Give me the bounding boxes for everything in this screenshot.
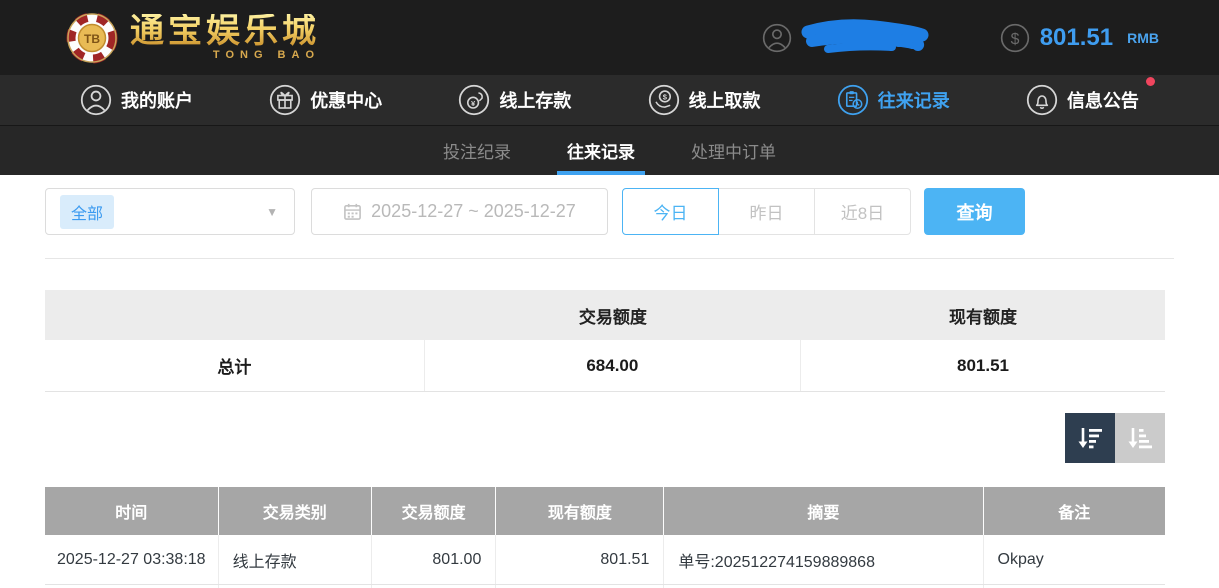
nav-item-deposit[interactable]: ¥ 线上存款 <box>458 84 571 116</box>
nav-item-announcements[interactable]: 信息公告 <box>1026 84 1139 116</box>
sub-nav: 投注纪录 往来记录 处理中订单 <box>0 126 1219 175</box>
brand-name-cn: 通宝娱乐城 <box>130 14 320 48</box>
balance-amount: 801.51 <box>1040 24 1113 52</box>
date-range-input[interactable]: 2025-12-27 ~ 2025-12-27 <box>311 188 608 235</box>
records-table: 时间 交易类别 交易额度 现有额度 摘要 备注 2025-12-27 03:38… <box>45 487 1165 588</box>
sort-controls <box>0 413 1165 463</box>
summary-total-current-balance: 801.51 <box>801 340 1165 391</box>
cell-time: 2025-12-27 03:38:18 <box>45 535 219 584</box>
tab-transaction-records[interactable]: 往来记录 <box>563 126 639 175</box>
cell-transaction-amount: 801.00 <box>372 535 496 584</box>
svg-text:$: $ <box>662 93 667 102</box>
notification-dot <box>1146 77 1155 86</box>
col-time: 时间 <box>45 487 219 535</box>
account-username[interactable] <box>762 16 930 60</box>
query-button[interactable]: 查询 <box>924 188 1025 235</box>
nav-label: 往来记录 <box>878 87 950 113</box>
table-row: 2025-12-27 03:38:18 线上存款 801.00 801.51 单… <box>45 535 1165 585</box>
col-transaction-amount: 交易额度 <box>372 487 496 535</box>
cell-note: Okpay <box>984 535 1165 584</box>
cell-summary: 单号:202512274159889868 <box>664 535 983 584</box>
type-filter-select[interactable]: 全部 ▼ <box>45 188 295 235</box>
main-nav: 我的账户 优惠中心 ¥ 线上存款 $ 线上取款 <box>0 75 1219 126</box>
summary-table-header: 交易额度 现有额度 <box>45 290 1165 340</box>
tab-processing-orders[interactable]: 处理中订单 <box>687 126 780 175</box>
summary-col-empty <box>45 290 425 340</box>
quick-range-today[interactable]: 今日 <box>622 188 719 235</box>
nav-label: 信息公告 <box>1067 87 1139 113</box>
sort-ascending-button[interactable] <box>1115 413 1165 463</box>
records-clipboard-clock-icon <box>837 84 869 116</box>
nav-label: 线上取款 <box>689 87 761 113</box>
col-current-balance: 现有额度 <box>496 487 664 535</box>
date-range-value: 2025-12-27 ~ 2025-12-27 <box>371 201 576 222</box>
section-divider <box>45 258 1174 259</box>
balance-currency: RMB <box>1127 30 1159 46</box>
top-header: TB 通宝娱乐城 TONG BAO $ <box>0 0 1219 75</box>
calendar-icon <box>343 202 362 221</box>
col-summary: 摘要 <box>664 487 983 535</box>
poker-chip-icon: TB <box>66 12 118 64</box>
sort-descending-button[interactable] <box>1065 413 1115 463</box>
nav-label: 我的账户 <box>121 87 193 113</box>
records-table-header: 时间 交易类别 交易额度 现有额度 摘要 备注 <box>45 487 1165 535</box>
summary-table: 交易额度 现有额度 总计 684.00 801.51 <box>45 290 1165 392</box>
col-type: 交易类别 <box>219 487 372 535</box>
svg-text:¥: ¥ <box>471 99 476 108</box>
cell-current-balance: 801.51 <box>496 535 664 584</box>
summary-total-transaction-amount: 684.00 <box>425 340 801 391</box>
nav-label: 优惠中心 <box>310 87 382 113</box>
nav-item-withdraw[interactable]: $ 线上取款 <box>648 84 761 116</box>
summary-total-row: 总计 684.00 801.51 <box>45 340 1165 392</box>
summary-col-transaction-amount: 交易额度 <box>425 290 801 340</box>
nav-item-transaction-records[interactable]: 往来记录 <box>837 84 950 116</box>
filter-row: 全部 ▼ 2025-12-27 ~ 2025-12-27 今日 昨日 近8日 查… <box>45 188 1219 235</box>
balance-display[interactable]: $ 801.51 RMB <box>1000 23 1159 53</box>
user-icon <box>80 84 112 116</box>
brand-name-en: TONG BAO <box>213 50 320 61</box>
selected-type-chip[interactable]: 全部 <box>60 195 114 229</box>
quick-range-last8days[interactable]: 近8日 <box>814 188 911 235</box>
quick-range-group: 今日 昨日 近8日 <box>622 188 911 235</box>
user-circle-icon <box>762 23 792 53</box>
nav-item-promotions[interactable]: 优惠中心 <box>269 84 382 116</box>
quick-range-yesterday[interactable]: 昨日 <box>718 188 815 235</box>
gift-icon <box>269 84 301 116</box>
deposit-hand-coin-icon: ¥ <box>458 84 490 116</box>
nav-item-my-account[interactable]: 我的账户 <box>80 84 193 116</box>
sort-descending-icon <box>1075 423 1105 453</box>
sort-ascending-icon <box>1125 423 1155 453</box>
nav-label: 线上存款 <box>499 87 571 113</box>
chevron-down-icon: ▼ <box>266 205 278 219</box>
bell-icon <box>1026 84 1058 116</box>
dollar-circle-icon: $ <box>1000 23 1030 53</box>
cell-type: 线上存款 <box>219 535 372 584</box>
svg-text:$: $ <box>1010 30 1019 47</box>
summary-col-current-balance: 现有额度 <box>801 290 1165 340</box>
tab-betting-records[interactable]: 投注纪录 <box>439 126 515 175</box>
summary-total-label: 总计 <box>45 340 425 391</box>
brand-logo[interactable]: TB 通宝娱乐城 TONG BAO <box>66 12 320 64</box>
withdraw-hand-coin-icon: $ <box>648 84 680 116</box>
username-scribble-redaction <box>800 16 930 60</box>
col-note: 备注 <box>984 487 1165 535</box>
svg-text:TB: TB <box>84 32 100 46</box>
